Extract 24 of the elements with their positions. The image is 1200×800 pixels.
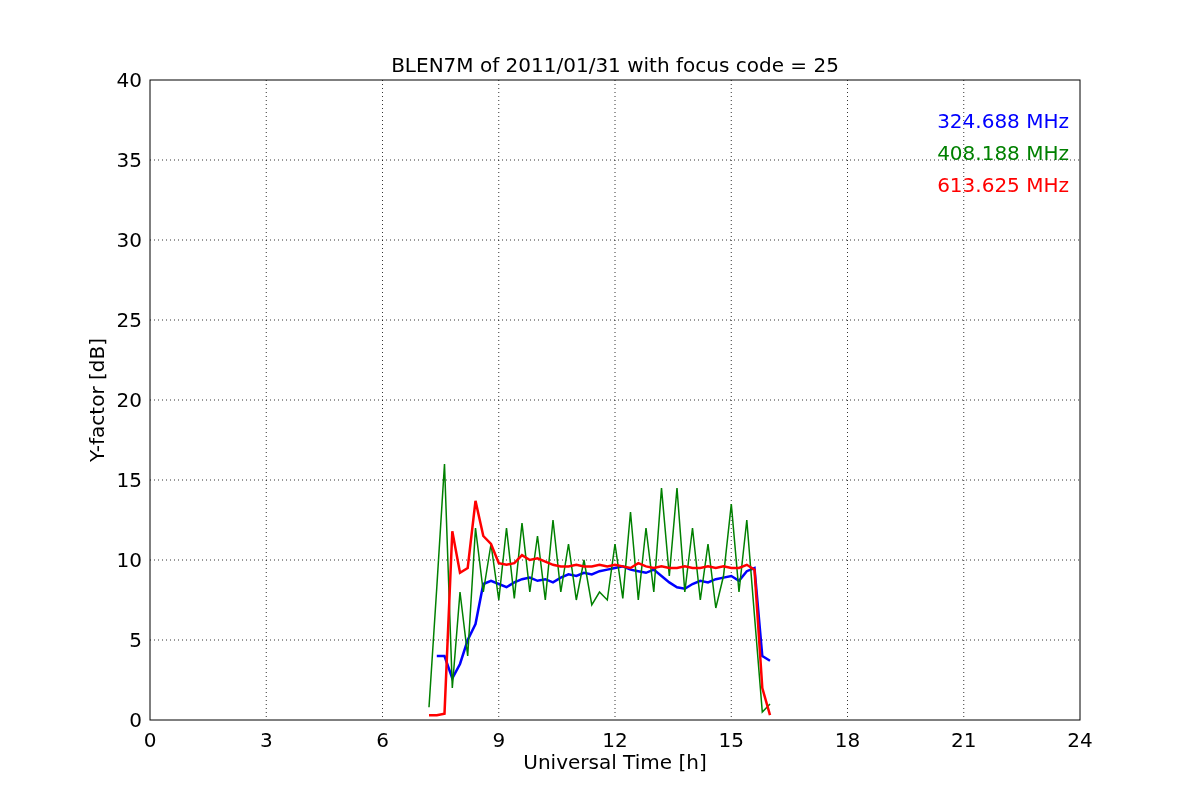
x-tick-label: 9 [492,728,506,752]
y-axis-label: Y-factor [dB] [85,338,109,462]
x-tick-label: 15 [718,728,744,752]
x-tick-label: 12 [602,728,628,752]
legend-label: 613.625 MHz [937,173,1069,197]
y-tick-label: 30 [116,228,142,252]
y-tick-label: 25 [116,308,142,332]
y-tick-label: 35 [116,148,142,172]
x-tick-label: 6 [376,728,389,752]
x-tick-label: 0 [143,728,157,752]
y-tick-label: 20 [116,388,142,412]
x-tick-label: 21 [951,728,977,752]
legend-label: 408.188 MHz [937,141,1069,165]
y-tick-label: 40 [116,68,142,92]
y-tick-label: 5 [129,628,142,652]
x-axis-label: Universal Time [h] [523,750,707,774]
legend-label: 324.688 MHz [937,109,1069,133]
y-tick-label: 0 [129,708,142,732]
chart-title: BLEN7M of 2011/01/31 with focus code = 25 [391,53,839,77]
y-tick-label: 10 [116,548,142,572]
y-tick-label: 15 [116,468,142,492]
x-tick-label: 24 [1067,728,1093,752]
x-tick-label: 18 [834,728,861,752]
x-tick-label: 3 [259,728,273,752]
